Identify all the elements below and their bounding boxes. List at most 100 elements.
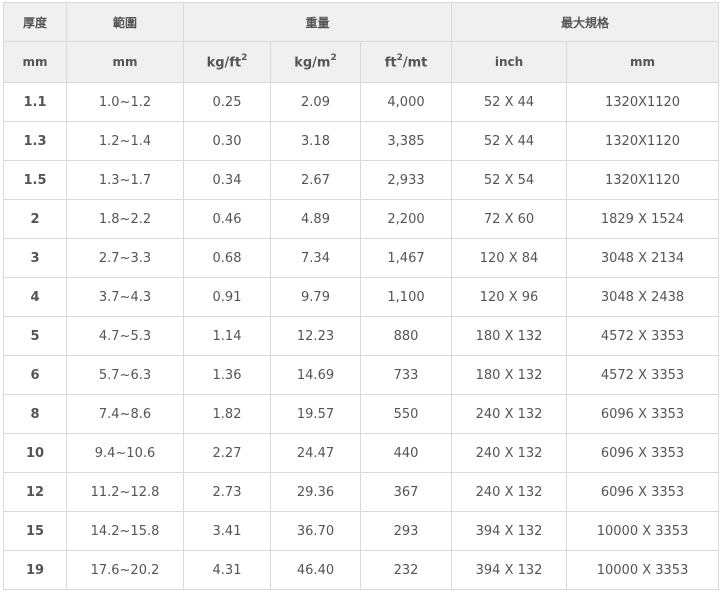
table-row: 4 3.7~4.3 0.91 9.79 1,100 120 X 96 3048 X 2438 [3,277,720,317]
cell-size-mm: 1320X1120 [566,160,720,200]
cell-kg-per-m2: 29.36 [270,472,361,512]
cell-size-mm: 6096 X 3353 [566,394,720,434]
cell-size-inch: 52 X 54 [451,160,568,200]
cell-thickness: 2 [3,199,67,239]
cell-kg-per-ft2: 2.73 [183,472,271,512]
cell-kg-per-m2: 36.70 [270,511,361,551]
cell-size-inch: 72 X 60 [451,199,568,239]
cell-kg-per-ft2: 3.41 [183,511,271,551]
cell-ft2-per-mt: 733 [359,355,453,395]
cell-kg-per-m2: 24.47 [270,433,361,473]
cell-size-mm: 1320X1120 [566,82,720,122]
cell-thickness: 4 [3,277,67,317]
cell-size-mm: 10000 X 3353 [566,550,720,590]
table-body: 1.1 1.0~1.2 0.25 2.09 4,000 52 X 44 1320X1120 1… [3,82,720,590]
table-row: 1.5 1.3~1.7 0.34 2.67 2,933 52 X 54 1320X1120 [3,160,720,200]
header-group-row: 厚度 範圍 重量 最大規格 [3,2,720,42]
cell-ft2-per-mt: 550 [359,394,453,434]
cell-range: 17.6~20.2 [66,550,184,590]
header-thickness: 厚度 [3,2,67,42]
cell-kg-per-m2: 19.57 [270,394,361,434]
cell-size-mm: 4572 X 3353 [566,355,720,395]
header-range: 範圍 [66,2,184,42]
cell-kg-per-ft2: 2.27 [183,433,271,473]
cell-ft2-per-mt: 293 [359,511,453,551]
cell-size-mm: 10000 X 3353 [566,511,720,551]
unit-kg-per-m2-sup: 2 [330,52,337,63]
unit-kg-per-ft2-sup: 2 [241,52,248,63]
cell-size-inch: 120 X 96 [451,277,568,317]
cell-kg-per-ft2: 0.68 [183,238,271,278]
cell-kg-per-m2: 9.79 [270,277,361,317]
table-row: 10 9.4~10.6 2.27 24.47 440 240 X 132 6096 X 33… [3,433,720,473]
cell-size-mm: 6096 X 3353 [566,433,720,473]
cell-ft2-per-mt: 2,200 [359,199,453,239]
cell-kg-per-m2: 14.69 [270,355,361,395]
table-row: 19 17.6~20.2 4.31 46.40 232 394 X 132 10000 X … [3,550,720,590]
unit-thickness-mm: mm [3,41,67,83]
unit-ft2-per-mt: ft2/mt [359,41,453,83]
cell-ft2-per-mt: 3,385 [359,121,453,161]
cell-range: 1.8~2.2 [66,199,184,239]
table-row: 1.3 1.2~1.4 0.30 3.18 3,385 52 X 44 1320X1120 [3,121,720,161]
cell-range: 2.7~3.3 [66,238,184,278]
cell-range: 1.3~1.7 [66,160,184,200]
cell-ft2-per-mt: 2,933 [359,160,453,200]
cell-ft2-per-mt: 232 [359,550,453,590]
cell-kg-per-ft2: 1.82 [183,394,271,434]
cell-range: 5.7~6.3 [66,355,184,395]
cell-thickness: 1.5 [3,160,67,200]
header-max-size: 最大規格 [451,2,720,42]
unit-ft2-per-mt-base: ft [384,55,397,71]
cell-thickness: 3 [3,238,67,278]
cell-ft2-per-mt: 4,000 [359,82,453,122]
cell-size-mm: 1320X1120 [566,121,720,161]
cell-thickness: 1.1 [3,82,67,122]
cell-size-inch: 180 X 132 [451,316,568,356]
table-row: 6 5.7~6.3 1.36 14.69 733 180 X 132 4572 X 3353 [3,355,720,395]
cell-kg-per-ft2: 1.36 [183,355,271,395]
unit-kg-per-ft2-base: kg/ft [206,55,242,71]
cell-range: 4.7~5.3 [66,316,184,356]
cell-range: 11.2~12.8 [66,472,184,512]
cell-kg-per-m2: 12.23 [270,316,361,356]
cell-thickness: 8 [3,394,67,434]
cell-thickness: 10 [3,433,67,473]
cell-kg-per-ft2: 0.34 [183,160,271,200]
cell-size-mm: 1829 X 1524 [566,199,720,239]
cell-kg-per-m2: 2.67 [270,160,361,200]
unit-inch: inch [451,41,568,83]
cell-thickness: 5 [3,316,67,356]
unit-size-mm: mm [566,41,720,83]
cell-kg-per-m2: 7.34 [270,238,361,278]
cell-ft2-per-mt: 1,100 [359,277,453,317]
table-row: 2 1.8~2.2 0.46 4.89 2,200 72 X 60 1829 X 1524 [3,199,720,239]
unit-range-mm: mm [66,41,184,83]
cell-thickness: 19 [3,550,67,590]
cell-kg-per-m2: 3.18 [270,121,361,161]
unit-kg-per-m2-base: kg/m [294,55,331,71]
cell-size-inch: 394 X 132 [451,511,568,551]
cell-ft2-per-mt: 1,467 [359,238,453,278]
cell-range: 7.4~8.6 [66,394,184,434]
cell-size-inch: 52 X 44 [451,121,568,161]
cell-thickness: 12 [3,472,67,512]
cell-size-inch: 240 X 132 [451,394,568,434]
cell-range: 14.2~15.8 [66,511,184,551]
table-row: 12 11.2~12.8 2.73 29.36 367 240 X 132 6096 X 3… [3,472,720,512]
unit-kg-per-ft2: kg/ft2 [183,41,271,83]
cell-range: 3.7~4.3 [66,277,184,317]
cell-ft2-per-mt: 440 [359,433,453,473]
cell-kg-per-m2: 2.09 [270,82,361,122]
cell-size-inch: 240 X 132 [451,472,568,512]
cell-kg-per-m2: 46.40 [270,550,361,590]
cell-size-inch: 120 X 84 [451,238,568,278]
cell-kg-per-ft2: 0.30 [183,121,271,161]
cell-range: 9.4~10.6 [66,433,184,473]
cell-size-mm: 6096 X 3353 [566,472,720,512]
unit-ft2-per-mt-tail: /mt [402,55,428,71]
header-weight: 重量 [182,2,453,42]
cell-size-mm: 4572 X 3353 [566,316,720,356]
cell-size-inch: 394 X 132 [451,550,568,590]
cell-range: 1.2~1.4 [66,121,184,161]
